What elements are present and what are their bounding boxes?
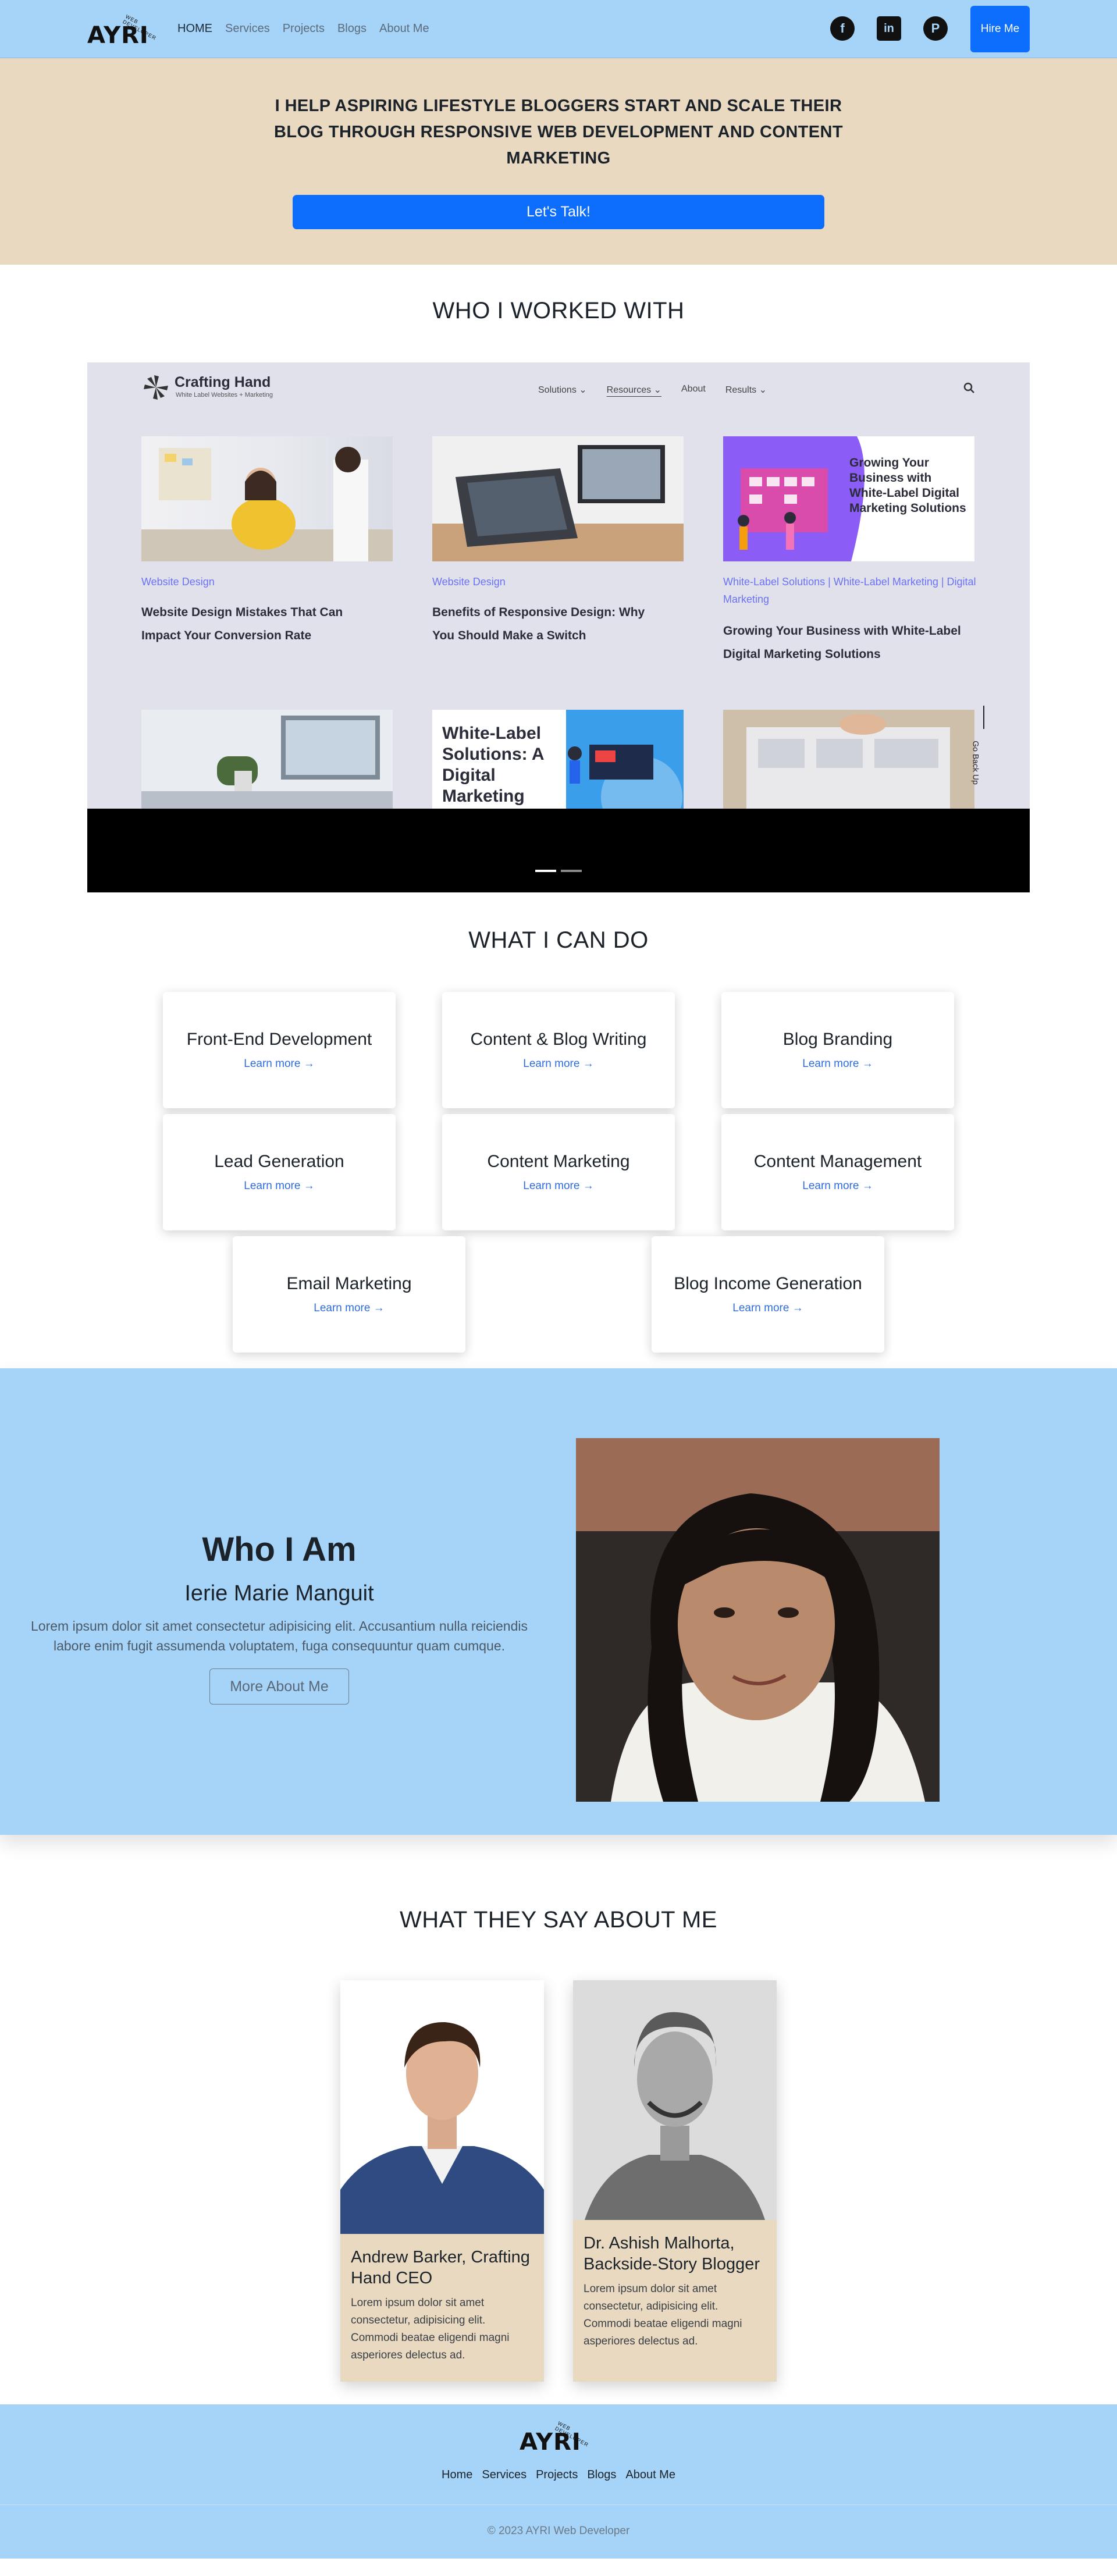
nav-about[interactable]: About Me (379, 22, 429, 35)
post-thumbnail-2[interactable] (432, 436, 684, 561)
site-nav-solutions[interactable]: Solutions ⌄ (538, 384, 587, 396)
hire-me-button[interactable]: Hire Me (970, 6, 1030, 52)
pinterest-icon[interactable]: P (923, 16, 948, 41)
learn-more-link[interactable]: Learn more → (523, 1058, 593, 1070)
site-nav-results[interactable]: Results ⌄ (725, 384, 767, 396)
lets-talk-button[interactable]: Let's Talk! (293, 195, 824, 229)
learn-more-link[interactable]: Learn more → (802, 1180, 873, 1193)
more-about-me-button[interactable]: More About Me (209, 1668, 349, 1705)
portrait-image (576, 1438, 940, 1802)
testimonial-body-1: Andrew Barker, Crafting Hand CEO Lorem i… (340, 2234, 544, 2382)
site-nav-about[interactable]: About (681, 384, 706, 396)
service-title: Front-End Development (186, 1030, 372, 1049)
carousel-controls-bar (87, 809, 1030, 892)
laptop-photo-image (432, 436, 684, 561)
testimonial-card-2: Dr. Ashish Malhorta, Backside-Story Blog… (573, 1980, 777, 2382)
service-title: Content Marketing (487, 1152, 630, 1171)
copyright-text: © 2023 AYRI Web Developer (487, 2525, 630, 2537)
nav-projects[interactable]: Projects (283, 22, 325, 35)
service-card-content-marketing[interactable]: Content Marketing Learn more → (442, 1114, 675, 1230)
testimonial-card-1: Andrew Barker, Crafting Hand CEO Lorem i… (340, 1980, 544, 2382)
footer-link-projects[interactable]: Projects (536, 2468, 578, 2482)
nav-home[interactable]: HOME (177, 22, 212, 35)
post-category-2[interactable]: Website Design (432, 573, 684, 590)
footer-link-home[interactable]: Home (442, 2468, 472, 2482)
learn-more-link[interactable]: Learn more → (314, 1302, 384, 1315)
service-card-lead-generation[interactable]: Lead Generation Learn more → (163, 1114, 396, 1230)
andrew-portrait-image (340, 2022, 544, 2234)
post-thumbnail-4[interactable] (141, 710, 393, 812)
go-back-up-link[interactable]: Go Back Up (972, 741, 981, 784)
carousel-indicator-1[interactable] (535, 870, 556, 872)
testimonial-text-1: Lorem ipsum dolor sit amet consectetur, … (351, 2297, 510, 2361)
back-up-arrow-icon[interactable] (983, 706, 984, 729)
site-footer: AYRI WEB DEVELOPER Home Services Project… (0, 2404, 1117, 2559)
post-category-3[interactable]: White-Label Solutions | White-Label Mark… (723, 573, 979, 608)
service-title: Blog Income Generation (674, 1274, 862, 1293)
promo-title: Growing Your Business with White-Label D… (849, 456, 966, 515)
footer-logo[interactable]: AYRI WEB DEVELOPER (520, 2416, 601, 2457)
worked-with-heading: WHO I WORKED WITH (432, 298, 685, 323)
service-card-email-marketing[interactable]: Email Marketing Learn more → (233, 1236, 465, 1353)
post-title-2[interactable]: Benefits of Responsive Design: Why You S… (432, 601, 665, 647)
testimonials-heading: WHAT THEY SAY ABOUT ME (400, 1907, 717, 1933)
site-nav: Solutions ⌄ Resources ⌄ About Results ⌄ (538, 384, 767, 396)
service-title: Email Marketing (286, 1274, 412, 1293)
profile-photo (576, 1438, 940, 1802)
post-category-1[interactable]: Website Design (141, 573, 393, 590)
main-nav: HOME Services Projects Blogs About Me (177, 22, 429, 35)
testimonial-photo-2 (573, 1980, 777, 2220)
nav-services[interactable]: Services (225, 22, 270, 35)
about-text: Lorem ipsum dolor sit amet consectetur a… (31, 1618, 528, 1653)
service-card-blog-income[interactable]: Blog Income Generation Learn more → (652, 1236, 884, 1353)
about-name: Ierie Marie Manguit (184, 1581, 374, 1606)
post-thumbnail-1[interactable] (141, 436, 393, 561)
service-card-branding[interactable]: Blog Branding Learn more → (721, 992, 954, 1108)
carousel-indicator-2[interactable] (561, 870, 582, 872)
crafting-hand-brand: Crafting Hand (175, 374, 271, 390)
ashish-portrait-image (573, 1980, 777, 2220)
hero-headline: I HELP ASPIRING LIFESTYLE BLOGGERS START… (274, 97, 843, 168)
post-title-1[interactable]: Website Design Mistakes That Can Impact … (141, 601, 374, 647)
service-title: Content Management (753, 1152, 922, 1171)
crafting-hand-tagline: White Label Websites + Marketing (176, 392, 273, 399)
services-heading: WHAT I CAN DO (468, 927, 649, 953)
nav-blogs[interactable]: Blogs (337, 22, 367, 35)
learn-more-link[interactable]: Learn more → (732, 1302, 803, 1315)
service-card-content-management[interactable]: Content Management Learn more → (721, 1114, 954, 1230)
learn-more-link[interactable]: Learn more → (802, 1058, 873, 1070)
footer-nav: Home Services Projects Blogs About Me (0, 2468, 1117, 2482)
crafting-hand-logo-icon (144, 375, 168, 400)
testimonial-body-2: Dr. Ashish Malhorta, Backside-Story Blog… (573, 2220, 777, 2382)
testimonial-text-2: Lorem ipsum dolor sit amet consectetur, … (584, 2283, 742, 2347)
site-nav-resources[interactable]: Resources ⌄ (607, 384, 661, 396)
footer-link-blogs[interactable]: Blogs (587, 2468, 616, 2482)
post-title-3[interactable]: Growing Your Business with White-Label D… (723, 620, 967, 666)
service-title: Lead Generation (214, 1152, 344, 1171)
search-icon[interactable] (963, 382, 976, 394)
footer-link-services[interactable]: Services (482, 2468, 527, 2482)
desk-photo-image (141, 716, 393, 812)
site-header: AYRI WEB DEVELOPER HOME Services Project… (0, 0, 1117, 58)
footer-divider (0, 2504, 1117, 2505)
meeting-photo-image (141, 447, 393, 561)
post-thumbnail-6[interactable] (723, 710, 974, 812)
learn-more-link[interactable]: Learn more → (244, 1058, 314, 1070)
learn-more-link[interactable]: Learn more → (244, 1180, 314, 1193)
footer-link-about[interactable]: About Me (625, 2468, 675, 2482)
about-heading: Who I Am (202, 1531, 357, 1568)
learn-more-link[interactable]: Learn more → (523, 1180, 593, 1193)
service-card-content-writing[interactable]: Content & Blog Writing Learn more → (442, 992, 675, 1108)
testimonial-photo-1 (340, 1980, 544, 2234)
service-title: Blog Branding (782, 1030, 893, 1049)
service-card-frontend[interactable]: Front-End Development Learn more → (163, 992, 396, 1108)
testimonial-author-2: Dr. Ashish Malhorta, Backside-Story Blog… (584, 2234, 760, 2273)
sketching-photo-image (723, 710, 974, 812)
linkedin-icon[interactable]: in (877, 16, 901, 41)
service-title: Content & Blog Writing (470, 1030, 647, 1049)
facebook-icon[interactable]: f (830, 16, 855, 41)
logo[interactable]: AYRI WEB DEVELOPER (87, 8, 163, 50)
testimonial-author-1: Andrew Barker, Crafting Hand CEO (351, 2248, 530, 2287)
